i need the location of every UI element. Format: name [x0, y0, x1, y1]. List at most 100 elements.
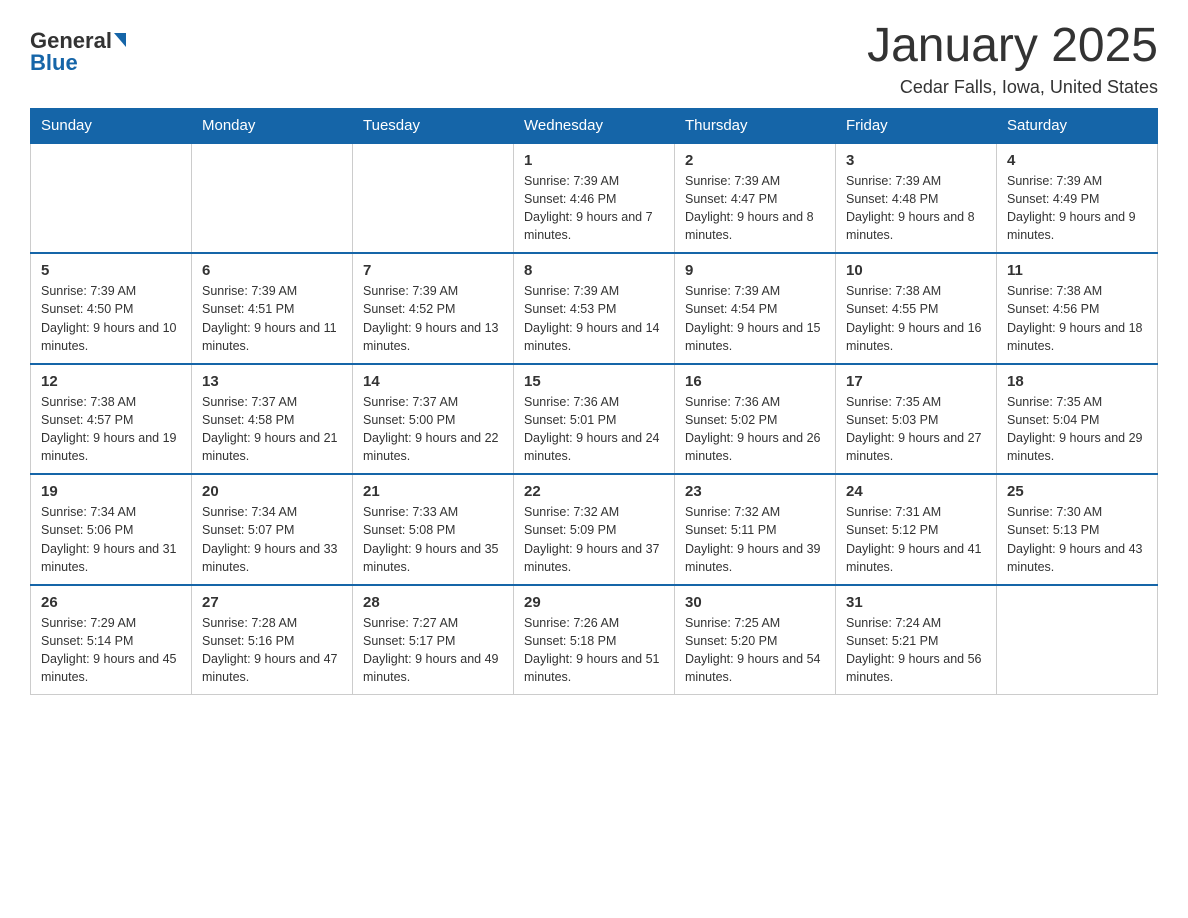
calendar-week-row: 5Sunrise: 7:39 AM Sunset: 4:50 PM Daylig… — [31, 253, 1158, 364]
day-number: 26 — [41, 594, 181, 611]
day-info: Sunrise: 7:37 AM Sunset: 5:00 PM Dayligh… — [363, 393, 503, 466]
calendar-day-20: 20 Sunrise: 7:34 AM Sunset: 5:07 PM Dayli… — [192, 474, 353, 585]
day-info: Sunrise: 7:39 AM Sunset: 4:51 PM Dayligh… — [202, 282, 342, 355]
day-number: 4 — [1007, 152, 1147, 169]
day-number: 16 — [685, 373, 825, 390]
calendar-day-7: 7 Sunrise: 7:39 AM Sunset: 4:52 PM Daylig… — [353, 253, 514, 364]
day-number: 24 — [846, 483, 986, 500]
day-info: Sunrise: 7:34 AM Sunset: 5:07 PM Dayligh… — [202, 503, 342, 576]
logo-blue-text: Blue — [30, 52, 78, 74]
day-info: Sunrise: 7:36 AM Sunset: 5:02 PM Dayligh… — [685, 393, 825, 466]
day-info: Sunrise: 7:39 AM Sunset: 4:52 PM Dayligh… — [363, 282, 503, 355]
day-number: 6 — [202, 262, 342, 279]
calendar-header-wednesday: Wednesday — [514, 108, 675, 143]
day-number: 2 — [685, 152, 825, 169]
calendar-header-monday: Monday — [192, 108, 353, 143]
calendar-header-row: SundayMondayTuesdayWednesdayThursdayFrid… — [31, 108, 1158, 143]
logo: General Blue — [30, 30, 126, 74]
calendar-day-4: 4 Sunrise: 7:39 AM Sunset: 4:49 PM Daylig… — [997, 143, 1158, 254]
day-number: 27 — [202, 594, 342, 611]
calendar-day-31: 31Sunrise: 7:24 AM Sunset: 5:21 PM Dayli… — [836, 585, 997, 695]
calendar-day-21: 21 Sunrise: 7:33 AM Sunset: 5:08 PM Dayli… — [353, 474, 514, 585]
calendar-day-28: 28 Sunrise: 7:27 AM Sunset: 5:17 PM Dayli… — [353, 585, 514, 695]
day-number: 21 — [363, 483, 503, 500]
calendar-empty-cell — [997, 585, 1158, 695]
calendar-day-3: 3Sunrise: 7:39 AM Sunset: 4:48 PM Daylig… — [836, 143, 997, 254]
day-number: 9 — [685, 262, 825, 279]
calendar-day-12: 12 Sunrise: 7:38 AM Sunset: 4:57 PM Dayli… — [31, 364, 192, 475]
day-number: 1 — [524, 152, 664, 169]
day-number: 20 — [202, 483, 342, 500]
day-info: Sunrise: 7:38 AM Sunset: 4:57 PM Dayligh… — [41, 393, 181, 466]
day-number: 7 — [363, 262, 503, 279]
calendar-day-24: 24 Sunrise: 7:31 AM Sunset: 5:12 PM Dayli… — [836, 474, 997, 585]
day-info: Sunrise: 7:39 AM Sunset: 4:47 PM Dayligh… — [685, 172, 825, 245]
calendar-day-10: 10 Sunrise: 7:38 AM Sunset: 4:55 PM Dayli… — [836, 253, 997, 364]
day-number: 19 — [41, 483, 181, 500]
calendar-day-1: 1 Sunrise: 7:39 AM Sunset: 4:46 PM Daylig… — [514, 143, 675, 254]
calendar-header-sunday: Sunday — [31, 108, 192, 143]
day-info: Sunrise: 7:27 AM Sunset: 5:17 PM Dayligh… — [363, 614, 503, 687]
calendar-day-2: 2 Sunrise: 7:39 AM Sunset: 4:47 PM Daylig… — [675, 143, 836, 254]
day-info: Sunrise: 7:39 AM Sunset: 4:50 PM Dayligh… — [41, 282, 181, 355]
calendar-day-14: 14 Sunrise: 7:37 AM Sunset: 5:00 PM Dayli… — [353, 364, 514, 475]
day-info: Sunrise: 7:35 AM Sunset: 5:04 PM Dayligh… — [1007, 393, 1147, 466]
day-info: Sunrise: 7:39 AM Sunset: 4:54 PM Dayligh… — [685, 282, 825, 355]
calendar-header-saturday: Saturday — [997, 108, 1158, 143]
day-number: 14 — [363, 373, 503, 390]
day-number: 11 — [1007, 262, 1147, 279]
day-number: 3 — [846, 152, 986, 169]
day-info: Sunrise: 7:31 AM Sunset: 5:12 PM Dayligh… — [846, 503, 986, 576]
calendar-header-thursday: Thursday — [675, 108, 836, 143]
month-title: January 2025 — [867, 20, 1158, 73]
calendar-empty-cell — [192, 143, 353, 254]
day-number: 28 — [363, 594, 503, 611]
calendar-empty-cell — [31, 143, 192, 254]
day-info: Sunrise: 7:25 AM Sunset: 5:20 PM Dayligh… — [685, 614, 825, 687]
day-info: Sunrise: 7:29 AM Sunset: 5:14 PM Dayligh… — [41, 614, 181, 687]
calendar-day-23: 23Sunrise: 7:32 AM Sunset: 5:11 PM Dayli… — [675, 474, 836, 585]
day-info: Sunrise: 7:34 AM Sunset: 5:06 PM Dayligh… — [41, 503, 181, 576]
day-info: Sunrise: 7:33 AM Sunset: 5:08 PM Dayligh… — [363, 503, 503, 576]
day-number: 13 — [202, 373, 342, 390]
day-info: Sunrise: 7:38 AM Sunset: 4:55 PM Dayligh… — [846, 282, 986, 355]
calendar-day-26: 26 Sunrise: 7:29 AM Sunset: 5:14 PM Dayli… — [31, 585, 192, 695]
calendar-day-25: 25Sunrise: 7:30 AM Sunset: 5:13 PM Dayli… — [997, 474, 1158, 585]
calendar-day-16: 16 Sunrise: 7:36 AM Sunset: 5:02 PM Dayli… — [675, 364, 836, 475]
day-info: Sunrise: 7:39 AM Sunset: 4:53 PM Dayligh… — [524, 282, 664, 355]
page-header: General Blue January 2025 Cedar Falls, I… — [30, 20, 1158, 98]
calendar-day-30: 30 Sunrise: 7:25 AM Sunset: 5:20 PM Dayli… — [675, 585, 836, 695]
logo-icon: General Blue — [30, 30, 126, 74]
day-number: 8 — [524, 262, 664, 279]
calendar-day-8: 8 Sunrise: 7:39 AM Sunset: 4:53 PM Daylig… — [514, 253, 675, 364]
day-number: 18 — [1007, 373, 1147, 390]
day-info: Sunrise: 7:39 AM Sunset: 4:46 PM Dayligh… — [524, 172, 664, 245]
day-number: 31 — [846, 594, 986, 611]
calendar-day-22: 22 Sunrise: 7:32 AM Sunset: 5:09 PM Dayli… — [514, 474, 675, 585]
day-number: 23 — [685, 483, 825, 500]
logo-triangle-icon — [114, 33, 126, 47]
day-info: Sunrise: 7:26 AM Sunset: 5:18 PM Dayligh… — [524, 614, 664, 687]
day-info: Sunrise: 7:39 AM Sunset: 4:49 PM Dayligh… — [1007, 172, 1147, 245]
day-info: Sunrise: 7:38 AM Sunset: 4:56 PM Dayligh… — [1007, 282, 1147, 355]
day-info: Sunrise: 7:28 AM Sunset: 5:16 PM Dayligh… — [202, 614, 342, 687]
day-info: Sunrise: 7:30 AM Sunset: 5:13 PM Dayligh… — [1007, 503, 1147, 576]
location: Cedar Falls, Iowa, United States — [867, 77, 1158, 98]
day-info: Sunrise: 7:37 AM Sunset: 4:58 PM Dayligh… — [202, 393, 342, 466]
calendar-day-19: 19 Sunrise: 7:34 AM Sunset: 5:06 PM Dayli… — [31, 474, 192, 585]
calendar-header-tuesday: Tuesday — [353, 108, 514, 143]
calendar-header-friday: Friday — [836, 108, 997, 143]
calendar-week-row: 19 Sunrise: 7:34 AM Sunset: 5:06 PM Dayli… — [31, 474, 1158, 585]
title-area: January 2025 Cedar Falls, Iowa, United S… — [867, 20, 1158, 98]
day-info: Sunrise: 7:32 AM Sunset: 5:09 PM Dayligh… — [524, 503, 664, 576]
calendar-empty-cell — [353, 143, 514, 254]
calendar-day-5: 5Sunrise: 7:39 AM Sunset: 4:50 PM Daylig… — [31, 253, 192, 364]
calendar-day-6: 6 Sunrise: 7:39 AM Sunset: 4:51 PM Daylig… — [192, 253, 353, 364]
day-number: 22 — [524, 483, 664, 500]
calendar-week-row: 1 Sunrise: 7:39 AM Sunset: 4:46 PM Daylig… — [31, 143, 1158, 254]
day-number: 30 — [685, 594, 825, 611]
calendar-week-row: 26 Sunrise: 7:29 AM Sunset: 5:14 PM Dayli… — [31, 585, 1158, 695]
day-info: Sunrise: 7:36 AM Sunset: 5:01 PM Dayligh… — [524, 393, 664, 466]
day-number: 12 — [41, 373, 181, 390]
day-number: 10 — [846, 262, 986, 279]
